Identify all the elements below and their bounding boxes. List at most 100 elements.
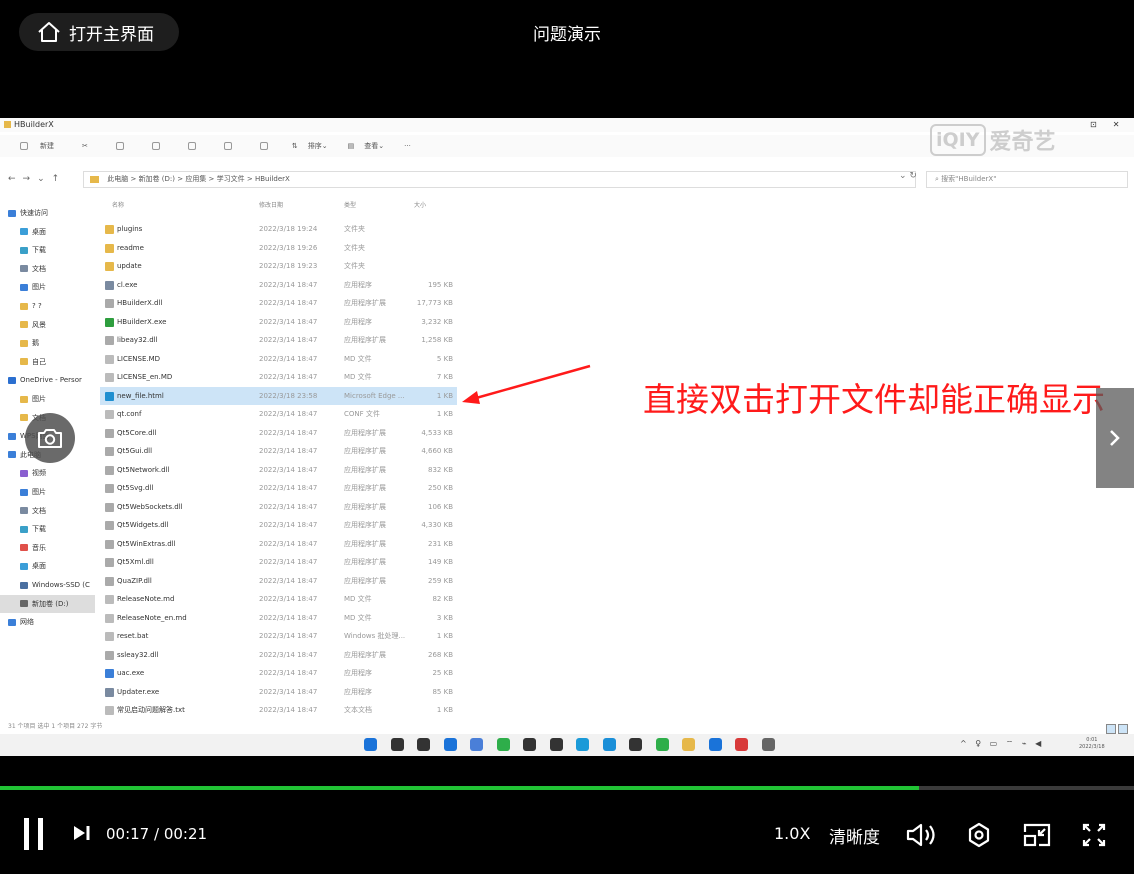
file-name: libeay32.dll (117, 336, 158, 344)
nav-item-label: 新加卷 (D:) (32, 599, 69, 608)
file-size: 85 KB (432, 687, 453, 696)
time-display: 00:17 / 00:21 (106, 825, 208, 843)
file-type: MD 文件 (344, 354, 372, 363)
pause-button[interactable] (24, 818, 48, 850)
file-type: 应用程序 (344, 687, 372, 696)
copy-shape (115, 142, 124, 150)
file-date: 2022/3/18 19:26 (259, 243, 318, 252)
picture-in-picture-button[interactable] (1019, 820, 1055, 850)
volume-button[interactable] (904, 820, 940, 850)
file-name: Qt5WebSockets.dll (117, 502, 183, 511)
address-row: ←→⌄↑ 此电脑 > 新加卷 (D:) > 应用集 > 学习文件 > HBuil… (0, 170, 1134, 190)
tiles-view-icon (1118, 724, 1128, 734)
file-date: 2022/3/14 18:47 (259, 613, 318, 622)
nav-item-icon (20, 544, 28, 552)
file-icon (105, 687, 114, 697)
file-row: HBuilderX.dll 2022/3/14 18:47 应用程序扩展 17,773… (100, 294, 457, 312)
file-date: 2022/3/14 18:47 (259, 373, 318, 381)
nav-item-icon (8, 451, 16, 459)
file-row: LICENSE.MD 2022/3/14 18:47 MD 文件 5 KB (100, 350, 457, 368)
nav-item: 视频 (0, 464, 95, 482)
settings-hexagon-icon (968, 822, 990, 848)
nav-item-icon (20, 507, 28, 515)
nav-item-icon (20, 562, 28, 570)
toolbar-new-label: 新建 (40, 142, 54, 150)
file-name: qt.conf (117, 410, 142, 418)
toolbar-sort: ⇅ 排序 ⌄ (291, 142, 328, 150)
share-icon (214, 142, 234, 150)
file-size: 25 KB (432, 669, 453, 677)
file-date: 2022/3/14 18:47 (259, 650, 318, 659)
file-name: cl.exe (117, 280, 138, 289)
file-type: 应用程序扩展 (344, 465, 386, 474)
file-type: 应用程序扩展 (344, 521, 386, 529)
file-type: 文件夹 (344, 225, 365, 233)
file-date: 2022/3/14 18:47 (259, 410, 318, 418)
file-row: 常见启动问题解答.txt 2022/3/14 18:47 文本文档 1 KB (100, 701, 457, 719)
next-button[interactable] (72, 824, 92, 842)
file-type: 应用程序扩展 (344, 539, 386, 548)
video-frame[interactable]: HBuilderX ⊡✕ 新建 ✂ ⇅ 排序 ⌄ ▤ 查看 ⌄ ··· ←→⌄↑… (0, 118, 1134, 756)
delete-icon (250, 142, 270, 150)
file-type: 文本文档 (344, 706, 372, 714)
nav-item-icon (8, 209, 16, 217)
taskbar-app-icon (682, 738, 695, 751)
screenshot-button[interactable] (25, 413, 75, 463)
file-icon (105, 336, 114, 345)
playback-speed-button[interactable]: 1.0X (774, 824, 810, 843)
file-name: ReleaseNote_en.md (117, 613, 187, 622)
explorer-window-title: HBuilderX (14, 120, 54, 129)
nav-item-icon (20, 525, 28, 533)
volume-icon (906, 823, 935, 847)
nav-arrows: ←→⌄↑ (8, 174, 67, 184)
nav-item: Windows-SSD (C (0, 576, 95, 594)
nav-item-icon (8, 618, 16, 626)
file-name: new_file.html (117, 391, 164, 400)
details-view-icon (1106, 724, 1116, 734)
nav-item: 文档 (0, 502, 95, 520)
file-date: 2022/3/14 18:47 (259, 428, 318, 437)
file-row: Qt5Svg.dll 2022/3/14 18:47 应用程序扩展 250 KB (100, 479, 457, 497)
settings-button[interactable] (961, 820, 997, 850)
file-date: 2022/3/18 19:23 (259, 262, 318, 270)
nav-item-label: 图片 (32, 395, 46, 403)
explorer-status-bar: 31 个项目 选中 1 个项目 272 字节 (8, 723, 103, 730)
progress-bar[interactable] (0, 786, 1134, 790)
annotation-text: 直接双击打开文件却能正确显示 (643, 380, 1105, 419)
file-icon (105, 576, 114, 586)
nav-item-label: 鹅 (32, 339, 39, 348)
nav-item-icon (20, 488, 28, 496)
file-type: 应用程序扩展 (344, 558, 386, 566)
nav-item-label: ? ? (32, 302, 42, 310)
file-size: 231 KB (428, 539, 453, 548)
video-title: 问题演示 (533, 25, 601, 45)
file-row: LICENSE_en.MD 2022/3/14 18:47 MD 文件 7 KB (100, 368, 457, 386)
nav-item: 风景 (0, 316, 95, 334)
fullscreen-button[interactable] (1076, 820, 1112, 850)
file-name: Qt5WinExtras.dll (117, 539, 176, 548)
file-name: HBuilderX.dll (117, 299, 163, 307)
side-panel-expand-button[interactable] (1096, 388, 1134, 488)
quality-button[interactable]: 清晰度 (829, 823, 880, 848)
nav-item-icon (20, 265, 28, 273)
file-date: 2022/3/14 18:47 (259, 336, 318, 344)
nav-item: 桌面 (0, 223, 95, 241)
nav-item-icon (8, 432, 16, 440)
nav-item-label: 音乐 (32, 543, 46, 552)
nav-item-label: OneDrive - Persor (20, 376, 82, 385)
rename-icon (178, 142, 198, 150)
taskbar-app-icon (708, 738, 722, 751)
file-row: Qt5Network.dll 2022/3/14 18:47 应用程序扩展 832 K… (100, 461, 457, 479)
file-size: 1 KB (436, 706, 453, 714)
file-icon (105, 243, 114, 253)
file-icon (105, 391, 114, 401)
file-date: 2022/3/14 18:47 (259, 299, 318, 307)
taskbar-apps (364, 738, 788, 751)
nav-item-icon (20, 339, 28, 347)
iqiyi-watermark: iQIY 爱奇艺 (930, 118, 1090, 162)
file-name: LICENSE_en.MD (117, 373, 173, 381)
nav-item-icon (20, 414, 28, 422)
file-date: 2022/3/18 23:58 (259, 391, 318, 400)
nav-item-label: Windows-SSD (C (32, 581, 90, 589)
file-size: 250 KB (428, 484, 453, 492)
